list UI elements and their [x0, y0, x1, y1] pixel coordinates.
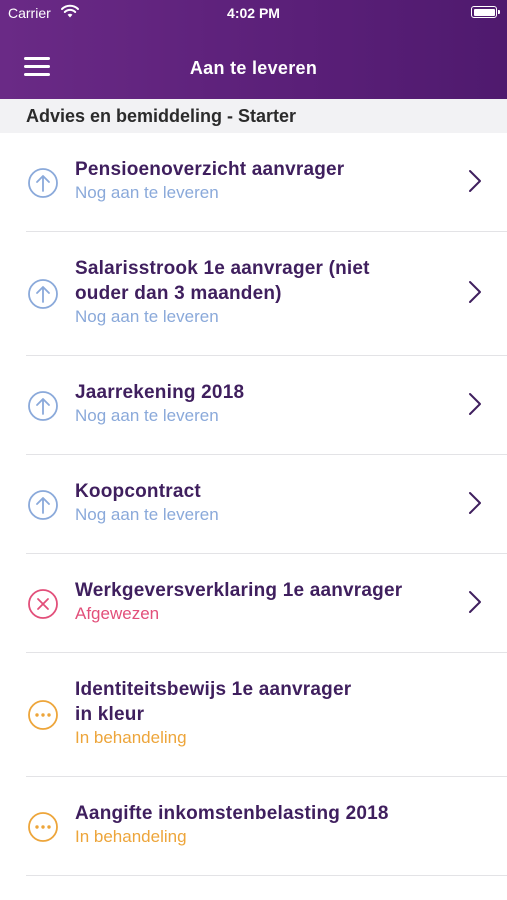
chevron-right-icon [469, 590, 481, 613]
list-item-title: Werkgeversverklaring 1e aanvrager [75, 580, 403, 601]
page-title: Aan te leveren [189, 58, 318, 78]
list-item-title: Pensioenoverzicht aanvrager [75, 159, 345, 180]
battery-icon [471, 6, 500, 18]
list-item-status: Nog aan te leveren [75, 505, 219, 524]
list-item-texts: Identiteitsbewijs 1e aanvrager in kleur In… [75, 677, 447, 749]
list-item-status: In behandeling [75, 728, 187, 747]
list-item-texts: Aangifte inkomstenbelasting 2018 In behan… [75, 801, 447, 848]
list-item-status: Nog aan te leveren [75, 307, 219, 326]
list-item-texts: Salarisstrook 1e aanvrager (niet ouder da… [75, 256, 447, 328]
list-item-status: Afgewezen [75, 604, 160, 623]
chevron-right-icon [469, 169, 481, 192]
list-item[interactable]: Aangifte inkomstenbelasting 2018 In behan… [0, 777, 507, 876]
list-item-status: Nog aan te leveren [75, 406, 219, 425]
list-item[interactable]: Pensioenoverzicht aanvrager Nog aan te le… [0, 133, 507, 232]
rejected-x-icon [28, 589, 58, 619]
list-item-texts: Pensioenoverzicht aanvrager Nog aan te le… [75, 157, 447, 204]
list-item[interactable]: Salarisstrook 1e aanvrager (niet ouder da… [0, 232, 507, 356]
list-item-title: Koopcontract [75, 481, 201, 502]
list-item[interactable]: Koopcontract Nog aan te leveren [0, 455, 507, 554]
processing-dots-icon [28, 700, 58, 730]
list-item[interactable]: Identiteitsbewijs 1e aanvrager in kleur In… [0, 653, 507, 777]
list-item-texts: Koopcontract Nog aan te leveren [75, 479, 447, 526]
upload-arrow-icon [28, 490, 58, 520]
clock-time: 4:02 PM [227, 5, 280, 21]
document-list: Pensioenoverzicht aanvrager Nog aan te le… [0, 133, 507, 876]
list-item-title: Jaarrekening 2018 [75, 382, 245, 403]
status-bar: Carrier 4:02 PM [0, 0, 507, 28]
processing-dots-icon [28, 812, 58, 842]
list-item-title: Identiteitsbewijs 1e aanvrager [75, 679, 352, 700]
list-item[interactable]: Werkgeversverklaring 1e aanvrager Afgewez… [0, 554, 507, 653]
list-item-texts: Werkgeversverklaring 1e aanvrager Afgewez… [75, 578, 447, 625]
row-divider [26, 875, 507, 876]
list-item-title: in kleur [75, 704, 145, 725]
list-item-status: Nog aan te leveren [75, 183, 219, 202]
chevron-right-icon [469, 392, 481, 415]
list-item-title: Aangifte inkomstenbelasting 2018 [75, 803, 389, 824]
nav-header: Carrier 4:02 PM Aan te leveren [0, 0, 507, 99]
section-header: Advies en bemiddeling - Starter [0, 99, 507, 133]
section-title: Advies en bemiddeling - Starter [26, 106, 297, 126]
upload-arrow-icon [28, 391, 58, 421]
list-item-status: In behandeling [75, 827, 187, 846]
upload-arrow-icon [28, 168, 58, 198]
list-item[interactable]: Jaarrekening 2018 Nog aan te leveren [0, 356, 507, 455]
upload-arrow-icon [28, 279, 58, 309]
list-item-texts: Jaarrekening 2018 Nog aan te leveren [75, 380, 447, 427]
list-item-title: ouder dan 3 maanden) [75, 283, 282, 304]
list-item-title: Salarisstrook 1e aanvrager (niet [75, 258, 370, 279]
chevron-right-icon [469, 281, 481, 303]
chevron-right-icon [469, 491, 481, 514]
